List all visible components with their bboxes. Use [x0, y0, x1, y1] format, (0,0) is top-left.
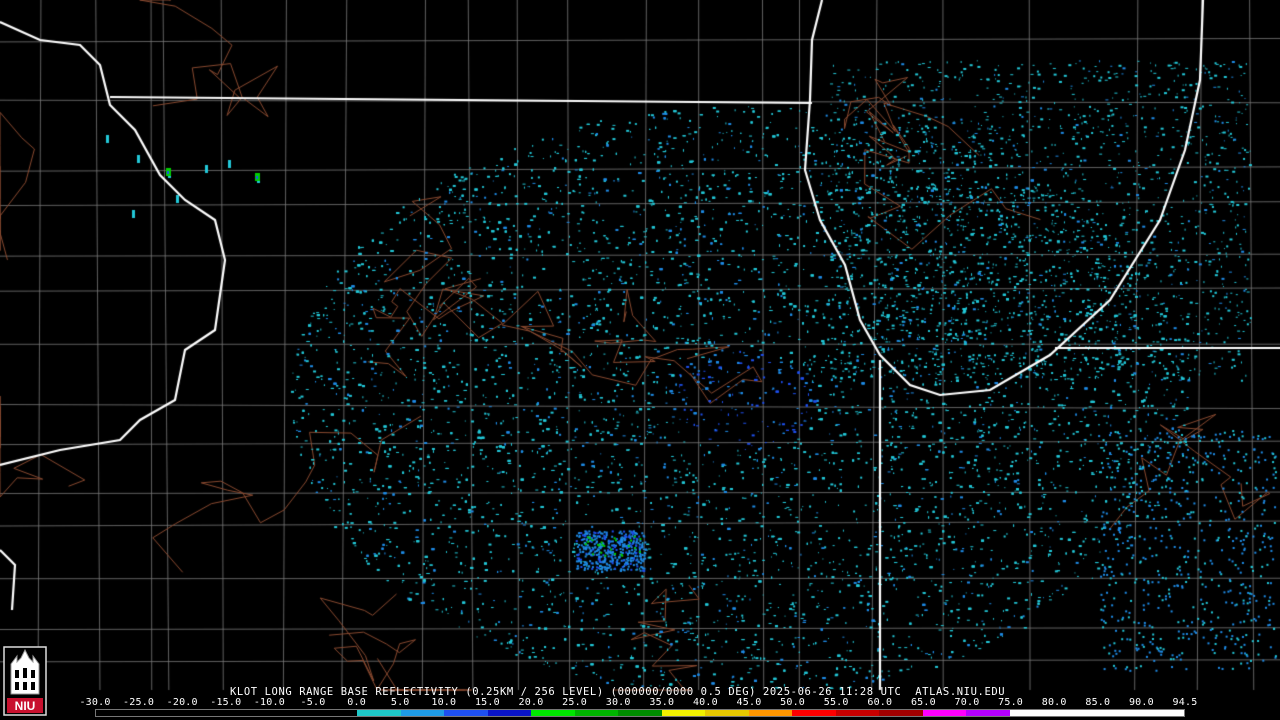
colorscale-swatch — [487, 710, 532, 716]
colorscale-label: 94.5 — [1172, 697, 1198, 708]
colorscale-swatch — [313, 710, 358, 716]
colorscale-swatch — [183, 710, 227, 716]
colorscale-label: -5.0 — [300, 697, 326, 708]
colorscale-swatch — [748, 710, 793, 716]
colorscale-label: 35.0 — [649, 697, 675, 708]
colorscale-label: -20.0 — [166, 697, 198, 708]
colorscale-swatch — [357, 710, 401, 716]
colorscale-swatch — [226, 710, 271, 716]
colorscale-swatch — [1053, 710, 1097, 716]
colorscale-label: 90.0 — [1128, 697, 1154, 708]
colorscale-label: 0.0 — [347, 697, 366, 708]
colorscale-swatch — [835, 710, 880, 716]
colorscale-swatch — [574, 710, 619, 716]
colorscale-label: 80.0 — [1041, 697, 1067, 708]
colorscale-label: 65.0 — [910, 697, 936, 708]
colorscale-bar — [95, 709, 1185, 717]
colorscale-swatch — [139, 710, 184, 716]
colorscale-label: 70.0 — [954, 697, 980, 708]
colorscale-label: 45.0 — [736, 697, 762, 708]
colorscale-swatch — [879, 710, 923, 716]
colorscale-label: 85.0 — [1085, 697, 1111, 708]
colorscale-swatch — [531, 710, 575, 716]
colorscale-label: -25.0 — [123, 697, 155, 708]
colorscale-swatch — [922, 710, 967, 716]
colorscale-swatch — [966, 710, 1010, 716]
colorscale-swatch — [270, 710, 314, 716]
colorscale-swatch — [1009, 710, 1054, 716]
radar-map — [0, 0, 1280, 720]
colorscale-swatch — [96, 710, 140, 716]
colorscale-swatch — [1096, 710, 1141, 716]
colorscale-label: 60.0 — [867, 697, 893, 708]
colorscale-label: 75.0 — [998, 697, 1024, 708]
colorscale-label: 40.0 — [692, 697, 718, 708]
colorscale-label: 20.0 — [518, 697, 544, 708]
colorscale-label: 25.0 — [562, 697, 588, 708]
colorscale-swatch — [444, 710, 488, 716]
colorscale-swatch — [400, 710, 445, 716]
colorscale-label: -30.0 — [79, 697, 111, 708]
colorscale-swatch — [618, 710, 662, 716]
colorscale-label: 10.0 — [431, 697, 457, 708]
colorscale-label: 15.0 — [474, 697, 500, 708]
colorscale-swatch — [705, 710, 749, 716]
colorscale-label: 55.0 — [823, 697, 849, 708]
niu-logo-text: NIU — [15, 699, 36, 713]
colorscale-label: 50.0 — [780, 697, 806, 708]
colorscale-label: -10.0 — [253, 697, 285, 708]
colorscale-swatch — [661, 710, 706, 716]
colorscale-label: 30.0 — [605, 697, 631, 708]
colorscale-labels: -30.0 -25.0 -20.0 -15.0 -10.0 -5.0 0.0 5.0 10.0 1… — [79, 697, 1198, 708]
colorscale-label: -15.0 — [210, 697, 242, 708]
niu-logo: NIU — [3, 646, 47, 716]
colorscale-swatch — [1140, 710, 1184, 716]
colorscale-swatch — [792, 710, 836, 716]
colorscale-label: 5.0 — [390, 697, 410, 708]
